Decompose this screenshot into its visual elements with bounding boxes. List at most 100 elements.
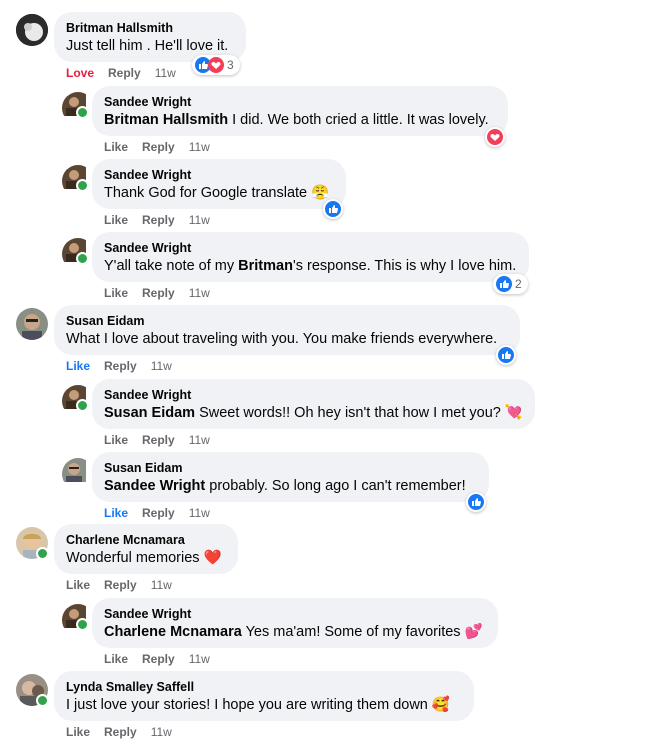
comment-bubble: Sandee Wright Charlene Mcnamara Yes ma'a… — [92, 598, 498, 648]
reaction-summary[interactable] — [466, 492, 486, 512]
comment-actions: Love Reply 11w — [66, 66, 190, 80]
comment-author[interactable]: Susan Eidam — [66, 313, 508, 329]
avatar[interactable] — [16, 14, 48, 46]
reply-button[interactable]: Reply — [142, 433, 175, 447]
comment-text: Yes ma'am! Some of my favorites 💕 — [241, 624, 483, 640]
like-button[interactable]: Like — [66, 359, 90, 373]
like-button[interactable]: Like — [104, 506, 128, 520]
comment-bubble: Susan Eidam What I love about traveling … — [54, 305, 520, 355]
like-reaction-icon — [325, 201, 341, 217]
comment-author[interactable]: Sandee Wright — [104, 94, 496, 110]
comment-author[interactable]: Charlene Mcnamara — [66, 532, 226, 548]
comment-bubble: Sandee Wright Thank God for Google trans… — [92, 159, 346, 209]
love-reaction-icon — [487, 129, 503, 145]
comment-actions: Like Reply 11w — [66, 725, 186, 739]
comment-text: Thank God for Google translate 😤 — [104, 185, 330, 201]
comment-actions: Like Reply 11w — [104, 433, 224, 447]
comment-text: Y'all take note of my — [104, 258, 239, 274]
online-indicator — [76, 106, 89, 119]
online-indicator — [36, 547, 49, 560]
reply-button[interactable]: Reply — [108, 66, 141, 80]
comment-author[interactable]: Sandee Wright — [104, 167, 334, 183]
avatar-image — [16, 308, 48, 340]
timestamp[interactable]: 11w — [189, 213, 210, 227]
comment-author[interactable]: Susan Eidam — [104, 460, 477, 476]
timestamp[interactable]: 11w — [189, 652, 210, 666]
comment-author[interactable]: Lynda Smalley Saffell — [66, 679, 462, 695]
like-button[interactable]: Like — [104, 140, 128, 154]
reply-button[interactable]: Reply — [142, 652, 175, 666]
comment-bubble: Lynda Smalley Saffell I just love your s… — [54, 671, 474, 721]
avatar[interactable] — [16, 308, 48, 340]
timestamp[interactable]: 11w — [189, 506, 210, 520]
love-button[interactable]: Love — [66, 66, 94, 80]
comment-actions: Like Reply 11w — [66, 359, 186, 373]
comment-bubble: Susan Eidam Sandee Wright probably. So l… — [92, 452, 489, 502]
comment-author[interactable]: Britman Hallsmith — [66, 20, 234, 36]
reaction-summary[interactable]: 3 — [192, 55, 240, 75]
reply-button[interactable]: Reply — [142, 140, 175, 154]
mention-link[interactable]: Charlene Mcnamara — [104, 624, 242, 640]
comment-text: I just love your stories! I hope you are… — [66, 697, 450, 713]
reaction-summary[interactable] — [323, 199, 343, 219]
avatar-image — [16, 14, 48, 46]
like-reaction-icon — [498, 347, 514, 363]
comment-actions: Like Reply 11w — [66, 578, 186, 592]
online-indicator — [76, 399, 89, 412]
mention-link[interactable]: Susan Eidam — [104, 405, 195, 421]
like-button[interactable]: Like — [104, 213, 128, 227]
timestamp[interactable]: 11w — [151, 359, 172, 373]
comment-text: Wonderful memories ❤️ — [66, 550, 222, 566]
avatar-image — [62, 458, 86, 482]
online-indicator — [36, 694, 49, 707]
reaction-count: 3 — [227, 58, 234, 72]
mention-link[interactable]: Sandee Wright — [104, 478, 205, 494]
like-reaction-icon — [468, 494, 484, 510]
comment-author[interactable]: Sandee Wright — [104, 240, 517, 256]
timestamp[interactable]: 11w — [189, 433, 210, 447]
reply-button[interactable]: Reply — [104, 359, 137, 373]
timestamp[interactable]: 11w — [155, 66, 176, 80]
reply-button[interactable]: Reply — [142, 506, 175, 520]
reply-button[interactable]: Reply — [104, 725, 137, 739]
comment-actions: Like Reply 11w — [104, 506, 224, 520]
like-button[interactable]: Like — [104, 652, 128, 666]
like-reaction-icon — [496, 276, 512, 292]
comment-bubble: Sandee Wright Susan Eidam Sweet words!! … — [92, 379, 535, 429]
comment-bubble: Charlene Mcnamara Wonderful memories ❤️ — [54, 524, 238, 574]
comment-actions: Like Reply 11w — [104, 652, 224, 666]
comment-text-rest: 's response. This is why I love him. — [292, 258, 517, 274]
comment-text: Just tell him . He'll love it. — [66, 38, 229, 54]
reaction-summary[interactable] — [485, 127, 505, 147]
comment-bubble: Sandee Wright Y'all take note of my Brit… — [92, 232, 529, 282]
comment-bubble: Sandee Wright Britman Hallsmith I did. W… — [92, 86, 508, 136]
comment-author[interactable]: Sandee Wright — [104, 387, 523, 403]
mention-link[interactable]: Britman Hallsmith — [104, 112, 228, 128]
reply-button[interactable]: Reply — [142, 286, 175, 300]
mention-link[interactable]: Britman — [238, 258, 293, 274]
comment-text: What I love about traveling with you. Yo… — [66, 331, 498, 347]
timestamp[interactable]: 11w — [151, 578, 172, 592]
comment-actions: Like Reply 11w — [104, 286, 224, 300]
comment-text: probably. So long ago I can't remember! — [205, 478, 466, 494]
comment-text: Sweet words!! Oh hey isn't that how I me… — [195, 405, 523, 421]
timestamp[interactable]: 11w — [189, 140, 210, 154]
reply-button[interactable]: Reply — [142, 213, 175, 227]
like-button[interactable]: Like — [66, 725, 90, 739]
timestamp[interactable]: 11w — [189, 286, 210, 300]
comment-actions: Like Reply 11w — [104, 213, 224, 227]
comment-actions: Like Reply 11w — [104, 140, 224, 154]
online-indicator — [76, 252, 89, 265]
timestamp[interactable]: 11w — [151, 725, 172, 739]
comment-author[interactable]: Sandee Wright — [104, 606, 486, 622]
reply-button[interactable]: Reply — [104, 578, 137, 592]
reaction-count: 2 — [515, 277, 522, 291]
reaction-summary[interactable]: 2 — [493, 274, 528, 294]
like-button[interactable]: Like — [66, 578, 90, 592]
avatar[interactable] — [62, 458, 94, 490]
love-reaction-icon — [208, 57, 224, 73]
like-button[interactable]: Like — [104, 433, 128, 447]
reaction-summary[interactable] — [496, 345, 516, 365]
online-indicator — [76, 618, 89, 631]
like-button[interactable]: Like — [104, 286, 128, 300]
